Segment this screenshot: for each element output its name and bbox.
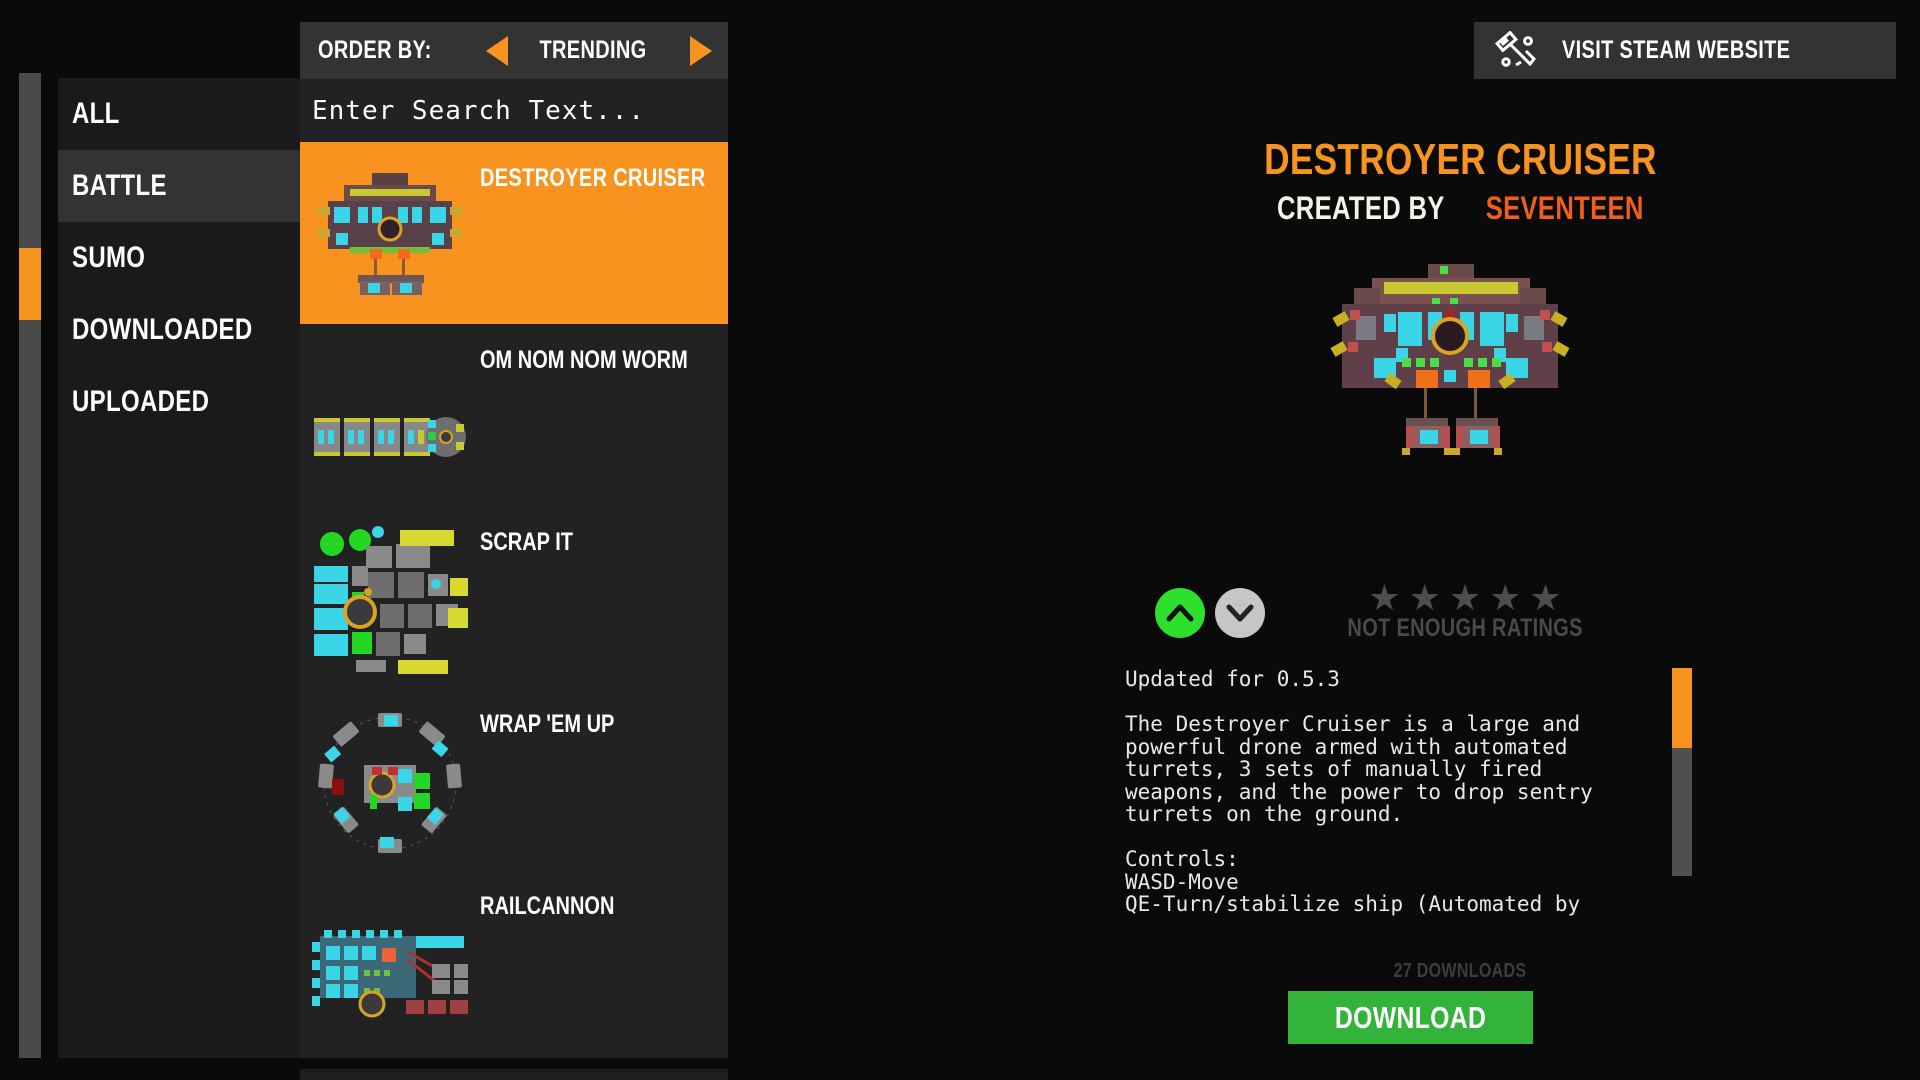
download-button[interactable]: DOWNLOAD [1288,991,1533,1044]
star-icon[interactable]: ★ [1489,580,1521,616]
search-input[interactable]: Enter Search Text... [300,79,728,142]
sidebar-item-battle[interactable]: BATTLE [58,150,300,222]
order-by-value[interactable]: TRENDING [533,36,653,65]
sidebar-item-label: SUMO [72,241,146,274]
list-item[interactable]: DESTROYER CRUISER [300,142,728,324]
vote-controls [1155,588,1265,638]
workshop-browser-screen: ORDER BY: TRENDING VISIT STEAM WEBSITE A… [0,0,1920,1080]
list-item-name: DESTROYER CRUISER [480,164,706,192]
description-scrollbar-thumb[interactable] [1672,668,1692,748]
downvote-button[interactable] [1215,588,1265,638]
list-item[interactable]: WRAP 'EM UP [300,688,728,870]
visit-steam-website-button[interactable]: VISIT STEAM WEBSITE [1474,22,1896,79]
description-text: Updated for 0.5.3 The Destroyer Cruiser … [1125,668,1593,916]
description-scrollbar[interactable] [1672,668,1692,876]
category-sidebar: ALL BATTLE SUMO DOWNLOADED UPLOADED [58,78,300,1058]
rating-block: ★ ★ ★ ★ ★ NOT ENOUGH RATINGS [1315,580,1615,643]
order-by-bar: ORDER BY: TRENDING [300,22,728,79]
list-item-name: WRAP 'EM UP [480,710,615,738]
steam-workshop-icon [1494,30,1537,67]
left-scrollbar[interactable] [19,73,41,1058]
list-item-name: SCRAP IT [480,528,573,556]
creation-thumbnail [300,870,480,1052]
order-prev-arrow-icon[interactable] [486,35,509,66]
detail-panel: DESTROYER CRUISER CREATED BY SEVENTEEN ★… [1000,80,1920,1080]
creation-thumbnail [300,142,480,324]
detail-title-text: DESTROYER CRUISER [1263,135,1657,184]
sidebar-item-downloaded[interactable]: DOWNLOADED [58,294,300,366]
upvote-button[interactable] [1155,588,1205,638]
sidebar-item-label: ALL [72,97,120,130]
star-rating[interactable]: ★ ★ ★ ★ ★ [1315,580,1615,616]
list-item[interactable]: OM NOM NOM WORM [300,324,728,506]
detail-title: DESTROYER CRUISER [1000,135,1920,185]
downloads-count-label: 27 DOWNLOADS [1393,960,1527,982]
order-next-arrow-icon[interactable] [690,35,713,66]
detail-preview-image [1255,255,1645,470]
author-name: SEVENTEEN [1485,190,1644,226]
ratings-status-label: NOT ENOUGH RATINGS [1347,614,1583,642]
sidebar-item-uploaded[interactable]: UPLOADED [58,366,300,438]
sidebar-item-all[interactable]: ALL [58,78,300,150]
chevron-down-icon [1226,604,1254,622]
ratings-status-text: NOT ENOUGH RATINGS [1315,614,1615,643]
chevron-up-icon [1166,604,1194,622]
downloads-count: 27 DOWNLOADS [1160,960,1760,983]
creation-thumbnail [300,324,480,506]
visit-steam-website-label: VISIT STEAM WEBSITE [1562,36,1791,64]
list-item-name: RAILCANNON [480,892,615,920]
star-icon[interactable]: ★ [1409,580,1441,616]
pagination-bar: << 1 2 >> [300,1069,728,1080]
description-scroll-area[interactable]: Updated for 0.5.3 The Destroyer Cruiser … [1125,668,1645,918]
detail-author-line: CREATED BY SEVENTEEN [1000,190,1920,227]
sidebar-item-label: DOWNLOADED [72,313,253,346]
created-by-label: CREATED BY [1277,190,1446,226]
sidebar-item-sumo[interactable]: SUMO [58,222,300,294]
sidebar-item-label: BATTLE [72,169,167,202]
download-button-label: DOWNLOAD [1334,999,1487,1035]
creation-thumbnail [300,688,480,870]
list-item-name: OM NOM NOM WORM [480,346,688,374]
left-scrollbar-thumb[interactable] [19,248,41,320]
creation-list-panel: Enter Search Text... DESTROYER CRUISER O… [300,79,728,1080]
search-placeholder: Enter Search Text... [312,95,646,126]
sidebar-item-label: UPLOADED [72,385,210,418]
creation-thumbnail [300,506,480,688]
star-icon[interactable]: ★ [1529,580,1561,616]
star-icon[interactable]: ★ [1449,580,1481,616]
creation-list[interactable]: DESTROYER CRUISER OM NOM NOM WORM SCRAP … [300,142,728,1069]
list-item[interactable]: RAILCANNON [300,870,728,1052]
list-item[interactable]: SCRAP IT [300,506,728,688]
star-icon[interactable]: ★ [1368,580,1400,616]
order-by-label: ORDER BY: [318,36,432,64]
